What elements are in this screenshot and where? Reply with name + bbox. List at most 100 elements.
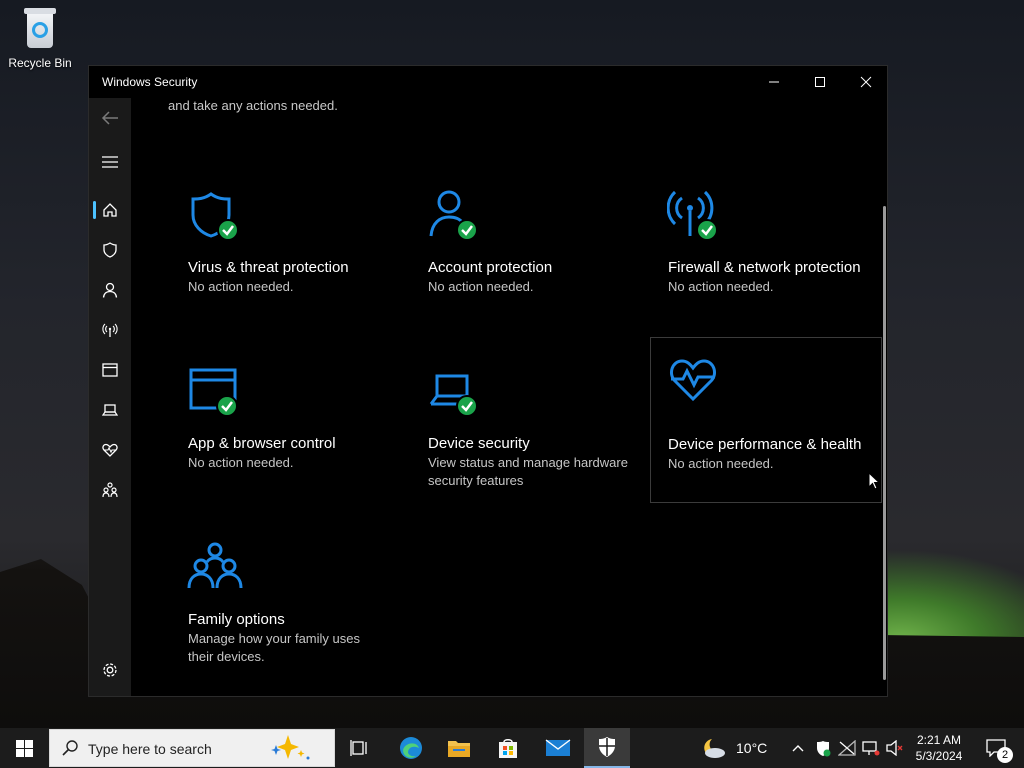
window-title: Windows Security	[102, 75, 198, 89]
main-content: and take any actions needed. Virus & thr…	[131, 98, 887, 696]
recycle-bin-icon	[22, 8, 58, 50]
family-icon	[187, 542, 243, 589]
nav-settings[interactable]	[89, 650, 131, 690]
task-view-icon	[350, 740, 367, 756]
tile-status: No action needed.	[668, 456, 774, 471]
tile-account-protection[interactable]: Account protection No action needed.	[411, 176, 641, 341]
tile-family-options[interactable]: Family options Manage how your family us…	[171, 528, 401, 693]
tray-network-offline-button[interactable]	[836, 728, 858, 768]
search-placeholder: Type here to search	[88, 741, 212, 757]
navigation-sidebar	[89, 98, 131, 696]
tile-status: No action needed.	[668, 279, 774, 294]
intro-text: and take any actions needed.	[168, 98, 338, 113]
chevron-up-icon	[792, 745, 804, 752]
back-button[interactable]	[89, 98, 131, 138]
laptop-icon	[102, 404, 118, 416]
weather-moon-cloud-icon	[704, 739, 725, 758]
start-button[interactable]	[0, 728, 48, 768]
nav-account-protection[interactable]	[89, 270, 131, 310]
tile-title: Family options	[188, 611, 285, 628]
nav-virus-protection[interactable]	[89, 230, 131, 270]
taskbar: Type here to search 10°C 2:21 AM 5/3/202…	[0, 728, 1024, 768]
shield-icon	[103, 242, 117, 258]
security-tray-icon	[817, 740, 831, 756]
tile-virus-threat-protection[interactable]: Virus & threat protection No action need…	[171, 176, 401, 341]
clock-time: 2:21 AM	[916, 733, 962, 747]
heart-icon	[102, 443, 118, 457]
browser-window-icon	[102, 363, 118, 377]
store-bag-icon	[499, 739, 517, 758]
clock[interactable]: 2:21 AM 5/3/2024	[908, 728, 970, 768]
tile-title: Device performance & health	[668, 436, 862, 453]
tile-status: No action needed.	[188, 279, 294, 294]
tray-security-button[interactable]	[812, 728, 834, 768]
maximize-button[interactable]	[797, 66, 843, 98]
browser-window-icon	[189, 368, 238, 417]
person-icon	[429, 190, 478, 241]
edge-taskbar-button[interactable]	[390, 728, 432, 768]
close-button[interactable]	[843, 66, 889, 98]
title-bar[interactable]: Windows Security	[89, 66, 887, 98]
menu-button[interactable]	[89, 142, 131, 182]
nav-family-options[interactable]	[89, 470, 131, 510]
tile-app-browser-control[interactable]: App & browser control No action needed.	[171, 352, 401, 517]
speaker-muted-icon	[886, 740, 903, 756]
windows-security-window: Windows Security and take any actions ne…	[88, 65, 888, 697]
nav-device-security[interactable]	[89, 390, 131, 430]
wifi-antenna-icon	[102, 323, 118, 337]
tile-status: No action needed.	[188, 455, 294, 470]
shield-icon	[191, 192, 239, 241]
heart-icon	[670, 359, 716, 402]
laptop-icon	[429, 374, 478, 417]
action-center-button[interactable]: 2	[976, 728, 1016, 768]
security-shield-icon	[599, 737, 615, 757]
task-view-button[interactable]	[340, 728, 380, 768]
vertical-scrollbar[interactable]	[883, 206, 886, 680]
close-icon	[860, 76, 872, 88]
hamburger-menu-icon	[102, 156, 118, 168]
notification-count-badge: 2	[997, 747, 1013, 763]
recycle-bin-label: Recycle Bin	[8, 56, 72, 70]
tile-device-performance-health[interactable]: Device performance & health No action ne…	[650, 337, 882, 503]
file-explorer-taskbar-button[interactable]	[438, 728, 480, 768]
windows-security-taskbar-button[interactable]	[584, 728, 630, 768]
mouse-cursor-icon	[868, 472, 880, 490]
maximize-icon	[815, 77, 825, 87]
tray-network-button[interactable]	[860, 728, 882, 768]
nav-app-browser[interactable]	[89, 350, 131, 390]
nav-firewall[interactable]	[89, 310, 131, 350]
tile-title: App & browser control	[188, 435, 336, 452]
weather-widget[interactable]: 10°C	[700, 728, 780, 768]
back-arrow-icon	[101, 111, 118, 125]
minimize-icon	[769, 81, 779, 83]
ethernet-monitor-icon	[862, 741, 880, 756]
store-taskbar-button[interactable]	[487, 728, 529, 768]
home-icon	[103, 203, 117, 217]
wifi-antenna-icon	[667, 190, 718, 241]
mail-taskbar-button[interactable]	[536, 728, 580, 768]
tile-title: Virus & threat protection	[188, 259, 349, 276]
tile-firewall-network-protection[interactable]: Firewall & network protection No action …	[651, 176, 881, 341]
search-icon	[62, 740, 78, 756]
folder-icon	[448, 741, 470, 757]
windows-logo-icon	[15, 739, 33, 757]
minimize-button[interactable]	[751, 66, 797, 98]
edge-browser-icon	[400, 737, 422, 759]
family-icon	[102, 482, 118, 498]
taskbar-search-box[interactable]: Type here to search	[49, 729, 335, 767]
tile-status: View status and manage hardware security…	[428, 455, 628, 488]
show-hidden-icons-button[interactable]	[788, 728, 808, 768]
network-disconnected-icon	[838, 740, 856, 756]
person-icon	[102, 282, 118, 298]
tray-volume-button[interactable]	[884, 728, 906, 768]
recycle-bin-desktop-icon[interactable]: Recycle Bin	[8, 8, 72, 70]
sparkle-icon	[271, 735, 310, 760]
nav-device-performance[interactable]	[89, 430, 131, 470]
tile-device-security[interactable]: Device security View status and manage h…	[411, 352, 641, 517]
nav-home[interactable]	[89, 190, 131, 230]
clock-date: 5/3/2024	[915, 749, 963, 763]
weather-temperature: 10°C	[736, 740, 768, 756]
tile-title: Device security	[428, 435, 530, 452]
tile-title: Firewall & network protection	[668, 259, 861, 276]
mail-envelope-icon	[545, 739, 571, 756]
